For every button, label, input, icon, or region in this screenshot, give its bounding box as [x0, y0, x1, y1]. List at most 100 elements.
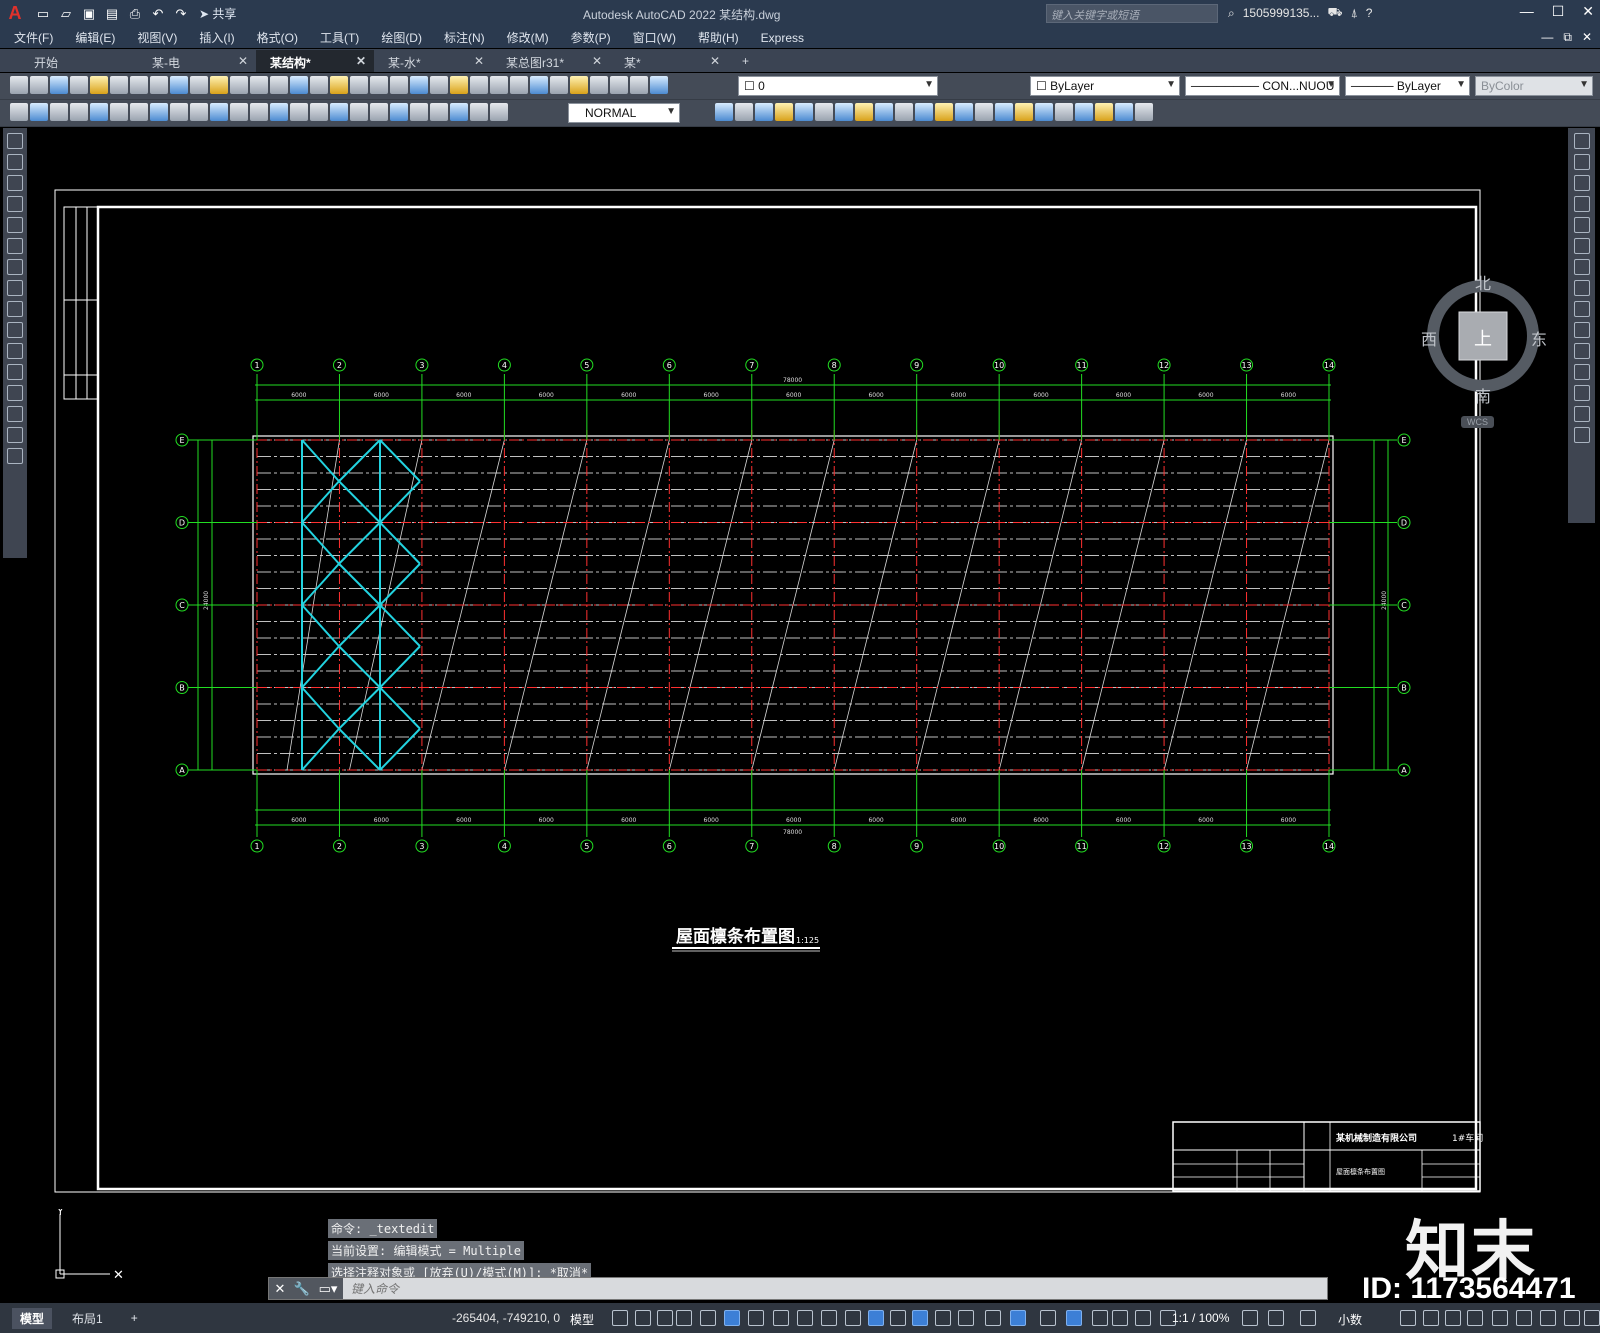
menu-item[interactable]: 修改(M) — [507, 29, 549, 46]
tool-icon[interactable] — [90, 103, 108, 121]
tool-icon[interactable] — [10, 103, 28, 121]
palette-tool-icon[interactable] — [1573, 280, 1590, 296]
share-button[interactable]: ➤ 共享 — [199, 5, 236, 22]
add-layout-button[interactable]: + — [123, 1309, 146, 1327]
close-command-icon[interactable]: ✕ — [269, 1278, 291, 1299]
viewcube-west[interactable]: 西 — [1421, 326, 1437, 350]
tool-icon[interactable] — [955, 103, 973, 121]
status-toggle-icon[interactable] — [612, 1310, 628, 1326]
menu-item[interactable]: 格式(O) — [257, 29, 298, 46]
palette-tool-icon[interactable] — [1573, 196, 1590, 212]
tool-icon[interactable] — [390, 103, 408, 121]
lineweight-combo[interactable]: ───── ByLayer ▼ — [1345, 76, 1470, 96]
doc-restore-button[interactable]: ⧉ — [1563, 30, 1572, 45]
save-icon[interactable]: ▣ — [79, 5, 99, 23]
tool-icon[interactable] — [935, 103, 953, 121]
palette-tool-icon[interactable] — [1573, 238, 1590, 254]
menu-item[interactable]: Express — [761, 31, 804, 45]
menu-item[interactable]: 绘图(D) — [381, 29, 422, 46]
layout-tab-layout1[interactable]: 布局1 — [64, 1308, 111, 1329]
wcs-menu[interactable]: WCS — [1461, 416, 1494, 428]
status-toggle-icon[interactable] — [935, 1310, 951, 1326]
tool-icon[interactable] — [510, 76, 528, 94]
tool-icon[interactable] — [735, 103, 753, 121]
tool-icon[interactable] — [855, 103, 873, 121]
status-toggle-icon[interactable] — [1400, 1310, 1416, 1326]
tool-icon[interactable] — [1055, 103, 1073, 121]
tool-icon[interactable] — [90, 76, 108, 94]
palette-tool-icon[interactable] — [1573, 259, 1590, 275]
palette-tool-icon[interactable] — [1573, 217, 1590, 233]
document-tab[interactable]: 某结构* ✕ — [256, 50, 374, 72]
menu-item[interactable]: 文件(F) — [14, 29, 53, 46]
tool-icon[interactable] — [270, 103, 288, 121]
status-toggle-icon[interactable] — [1564, 1310, 1580, 1326]
tool-icon[interactable] — [150, 103, 168, 121]
tool-icon[interactable] — [975, 103, 993, 121]
status-toggle-icon[interactable] — [1492, 1310, 1508, 1326]
palette-tool-icon[interactable] — [7, 301, 23, 317]
palette-tool-icon[interactable] — [1573, 133, 1590, 149]
document-tab[interactable]: 某* ✕ — [610, 50, 728, 72]
status-toggle-icon[interactable] — [724, 1310, 740, 1326]
status-toggle-icon[interactable] — [821, 1310, 837, 1326]
viewcube-south[interactable]: 南 — [1475, 383, 1491, 407]
tab-close-icon[interactable]: ✕ — [710, 54, 720, 72]
tool-icon[interactable] — [190, 103, 208, 121]
tool-icon[interactable] — [1075, 103, 1093, 121]
status-toggle-icon[interactable] — [797, 1310, 813, 1326]
tool-icon[interactable] — [290, 76, 308, 94]
tool-icon[interactable] — [110, 76, 128, 94]
dimstyle-combo[interactable]: NORMAL ▼ — [568, 103, 680, 123]
tool-icon[interactable] — [795, 103, 813, 121]
tool-icon[interactable] — [50, 76, 68, 94]
minimize-button[interactable]: — — [1520, 3, 1534, 20]
undo-icon[interactable]: ↶ — [148, 5, 168, 23]
tab-close-icon[interactable]: ✕ — [356, 54, 366, 72]
new-tab-button[interactable]: + — [728, 50, 758, 72]
palette-tool-icon[interactable] — [7, 448, 23, 464]
tool-icon[interactable] — [1135, 103, 1153, 121]
tool-icon[interactable] — [10, 76, 28, 94]
tool-icon[interactable] — [370, 76, 388, 94]
tab-close-icon[interactable]: ✕ — [474, 54, 484, 72]
tool-icon[interactable] — [450, 103, 468, 121]
autocad-logo-icon[interactable]: A — [0, 0, 30, 27]
tool-icon[interactable] — [835, 103, 853, 121]
tool-icon[interactable] — [130, 103, 148, 121]
document-tab[interactable]: 开始 — [20, 50, 138, 72]
tool-icon[interactable] — [570, 76, 588, 94]
tool-icon[interactable] — [50, 103, 68, 121]
viewcube-north[interactable]: 北 — [1475, 270, 1491, 294]
new-file-icon[interactable]: ▭ — [33, 5, 53, 23]
status-toggle-icon[interactable] — [1010, 1310, 1026, 1326]
search-icon[interactable]: ⌕ — [1228, 6, 1235, 21]
tool-icon[interactable] — [630, 76, 648, 94]
doc-close-button[interactable]: ✕ — [1582, 30, 1592, 45]
tool-icon[interactable] — [895, 103, 913, 121]
linetype-combo[interactable]: ──────── CON...NUOU ▼ — [1185, 76, 1340, 96]
tool-icon[interactable] — [390, 76, 408, 94]
tool-icon[interactable] — [30, 103, 48, 121]
tool-icon[interactable] — [490, 76, 508, 94]
tool-icon[interactable] — [1015, 103, 1033, 121]
status-toggle-icon[interactable] — [748, 1310, 764, 1326]
palette-tool-icon[interactable] — [7, 175, 23, 191]
palette-tool-icon[interactable] — [7, 364, 23, 380]
tool-icon[interactable] — [915, 103, 933, 121]
user-account[interactable]: 1505999135... — [1243, 6, 1320, 20]
palette-tool-icon[interactable] — [1573, 385, 1590, 401]
tool-icon[interactable] — [755, 103, 773, 121]
tool-icon[interactable] — [230, 76, 248, 94]
viewcube-east[interactable]: 东 — [1531, 326, 1547, 350]
command-input[interactable] — [351, 1281, 1251, 1296]
menu-item[interactable]: 帮助(H) — [698, 29, 739, 46]
tool-icon[interactable] — [550, 76, 568, 94]
tool-icon[interactable] — [70, 103, 88, 121]
status-toggle-icon[interactable] — [1467, 1310, 1483, 1326]
tool-icon[interactable] — [30, 76, 48, 94]
tool-icon[interactable] — [270, 76, 288, 94]
tool-icon[interactable] — [410, 76, 428, 94]
tool-icon[interactable] — [170, 103, 188, 121]
tool-icon[interactable] — [430, 76, 448, 94]
